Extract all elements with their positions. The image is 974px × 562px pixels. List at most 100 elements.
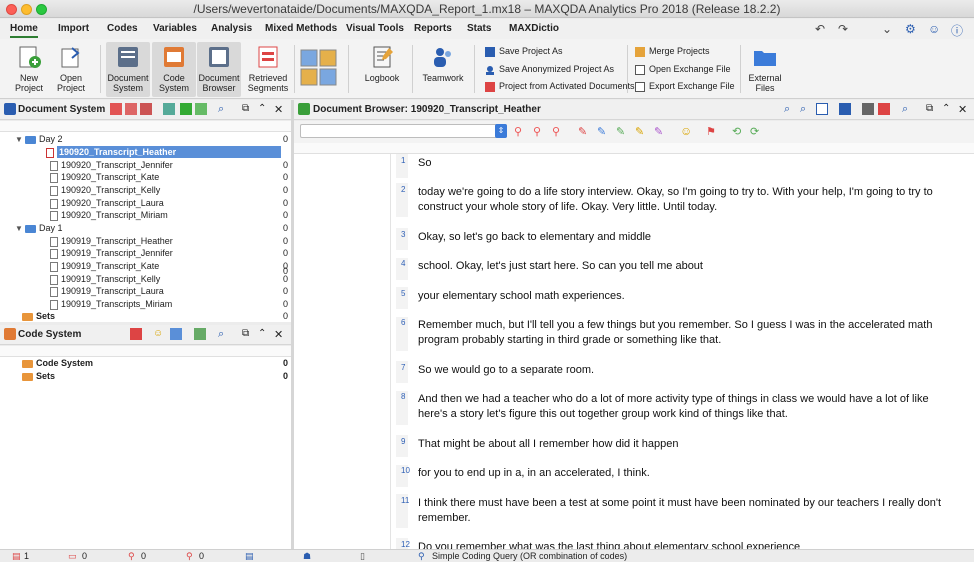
zoom-in-icon[interactable]: ⌕ (784, 103, 796, 115)
code-icon[interactable]: ⚲ (514, 125, 522, 138)
merge-projects-button[interactable]: Merge Projects (635, 44, 710, 58)
tree-document-item[interactable]: 190920_Transcript_Heather (46, 146, 287, 158)
code-matrix-icon[interactable] (170, 328, 182, 340)
activation-weight-icon[interactable]: ▯ (360, 551, 365, 562)
tree-document-item[interactable]: 190919_Transcript_Jennifer (50, 247, 173, 259)
paragraph-text[interactable]: Okay, so let's go back to elementary and… (418, 230, 958, 245)
activated-documents-icon[interactable]: ▤ (245, 551, 254, 562)
tab-mixed-methods[interactable]: Mixed Methods (265, 23, 337, 34)
new-document-icon[interactable] (110, 103, 122, 115)
combo-arrow-icon[interactable]: ⇕ (495, 124, 507, 138)
collapse-arrow-icon[interactable]: ▼ (15, 223, 25, 235)
document-system-button[interactable]: Document System (106, 42, 150, 97)
open-project-button[interactable]: Open Project (49, 42, 93, 97)
yellow-highlighter-icon[interactable]: ✎ (635, 125, 644, 138)
tab-home[interactable]: Home (10, 23, 38, 38)
open-exchange-file-button[interactable]: Open Exchange File (635, 62, 731, 76)
tab-stats[interactable]: Stats (467, 23, 491, 34)
tab-maxdictio[interactable]: MAXDictio (509, 23, 559, 34)
symbol-code-icon[interactable]: ⚑ (706, 125, 716, 138)
teamwork-button[interactable]: Teamwork (421, 42, 465, 97)
paragraph-text[interactable]: your elementary school math experiences. (418, 289, 958, 304)
edit-mode-icon[interactable] (839, 103, 851, 115)
redo-coding-icon[interactable]: ⟳ (750, 125, 759, 138)
code-add-icon[interactable] (194, 328, 206, 340)
print-icon[interactable] (862, 103, 874, 115)
undo-icon[interactable]: ↶ (815, 22, 825, 36)
tree-document-item[interactable]: 190919_Transcript_Kate (50, 260, 159, 272)
paragraph-text[interactable]: Do you remember what was the last thing … (418, 540, 958, 549)
collapse-arrow-icon[interactable]: ▼ (15, 134, 25, 146)
paragraph-text[interactable]: for you to end up in a, in an accelerate… (418, 466, 958, 481)
tab-visual-tools[interactable]: Visual Tools (346, 23, 404, 34)
project-from-activated-button[interactable]: Project from Activated Documents (485, 79, 635, 93)
gear-icon[interactable]: ⚙ (905, 22, 916, 36)
tab-variables[interactable]: Variables (153, 23, 197, 34)
tree-document-item[interactable]: 190919_Transcript_Heather (50, 235, 173, 247)
tree-group-day2[interactable]: ▼ Day 2 (15, 133, 63, 145)
code-combo-box[interactable]: ⇕ (300, 124, 507, 138)
paragraph-text[interactable]: I think there must have been a test at s… (418, 496, 958, 526)
activate-icon[interactable] (163, 103, 175, 115)
redo-icon[interactable]: ↷ (838, 22, 848, 36)
paragraph-text[interactable]: That might be about all I remember how d… (418, 437, 958, 452)
smiley-icon[interactable]: ☺ (928, 22, 940, 36)
new-project-button[interactable]: New Project (7, 42, 51, 97)
logbook-button[interactable]: Logbook (360, 42, 404, 97)
tab-analysis[interactable]: Analysis (211, 23, 252, 34)
close-panel-icon[interactable]: ✕ (274, 328, 286, 341)
coding-query-mode[interactable]: Simple Coding Query (OR combination of c… (432, 551, 627, 561)
undock-icon[interactable]: ⧉ (242, 103, 254, 115)
undo-coding-icon[interactable]: ⟲ (732, 125, 741, 138)
search-icon[interactable]: ⌕ (218, 103, 230, 115)
export-icon[interactable] (878, 103, 890, 115)
tab-codes[interactable]: Codes (107, 23, 138, 34)
tab-import[interactable]: Import (58, 23, 89, 34)
minimize-panel-icon[interactable]: ⌃ (258, 328, 270, 340)
undock-icon[interactable]: ⧉ (242, 328, 254, 340)
blue-highlighter-icon[interactable]: ✎ (597, 125, 606, 138)
tree-document-item[interactable]: 190920_Transcript_Laura (50, 197, 164, 209)
add-group-icon[interactable] (180, 103, 192, 115)
paragraph-text[interactable]: today we're going to do a life story int… (418, 185, 958, 215)
tree-document-item[interactable]: 190920_Transcript_Miriam (50, 209, 168, 221)
tree-document-item[interactable]: 190920_Transcript_Kate (50, 171, 159, 183)
new-code-icon[interactable] (130, 328, 142, 340)
purple-highlighter-icon[interactable]: ✎ (654, 125, 663, 138)
document-text-area[interactable]: 1 So 2 today we're going to do a life st… (294, 154, 974, 549)
code-remove-icon[interactable]: ⚲ (552, 125, 560, 138)
red-highlighter-icon[interactable]: ✎ (578, 125, 587, 138)
add-set-icon[interactable] (195, 103, 207, 115)
help-icon[interactable]: ⓘ (951, 22, 963, 39)
minimize-panel-icon[interactable]: ⌃ (942, 103, 954, 115)
green-highlighter-icon[interactable]: ✎ (616, 125, 625, 138)
tree-code-system-root[interactable]: Code System (22, 357, 93, 369)
paragraph-text[interactable]: And then we had a teacher who do a lot o… (418, 392, 958, 422)
tree-document-item[interactable]: 190919_Transcript_Kelly (50, 273, 160, 285)
tree-document-item[interactable]: 190920_Transcript_Kelly (50, 184, 160, 196)
fit-page-icon[interactable] (816, 103, 828, 115)
layout-grid-icon[interactable] (300, 49, 338, 87)
import-document-icon[interactable] (125, 103, 137, 115)
emoticode-icon[interactable]: ☺ (680, 124, 692, 138)
paragraph-text[interactable]: school. Okay, let's just start here. So … (418, 259, 958, 274)
paragraph-text[interactable]: Remember much, but I'll tell you a few t… (418, 318, 958, 348)
paragraph-text[interactable]: So we would go to a separate room. (418, 363, 958, 378)
close-panel-icon[interactable]: ✕ (958, 103, 970, 116)
save-anonymized-button[interactable]: Save Anonymized Project As (485, 62, 614, 76)
tree-document-item[interactable]: 190919_Transcripts_Miriam (50, 298, 172, 310)
search-icon[interactable]: ⌕ (902, 103, 914, 115)
close-panel-icon[interactable]: ✕ (274, 103, 286, 116)
tab-reports[interactable]: Reports (414, 23, 452, 34)
paragraph-text[interactable]: So (418, 156, 958, 171)
tree-document-item[interactable]: 190919_Transcript_Laura (50, 285, 164, 297)
delete-document-icon[interactable] (140, 103, 152, 115)
tree-code-sets[interactable]: Sets (22, 370, 55, 382)
search-icon[interactable]: ⌕ (218, 328, 230, 340)
tree-document-item[interactable]: 190920_Transcript_Jennifer (50, 159, 173, 171)
tree-group-day1[interactable]: ▼ Day 1 (15, 222, 63, 234)
emoticode-icon[interactable]: ☺ (153, 328, 165, 340)
undock-icon[interactable]: ⧉ (926, 103, 938, 115)
export-exchange-file-button[interactable]: Export Exchange File (635, 79, 735, 93)
external-files-button[interactable]: External Files (743, 42, 787, 97)
